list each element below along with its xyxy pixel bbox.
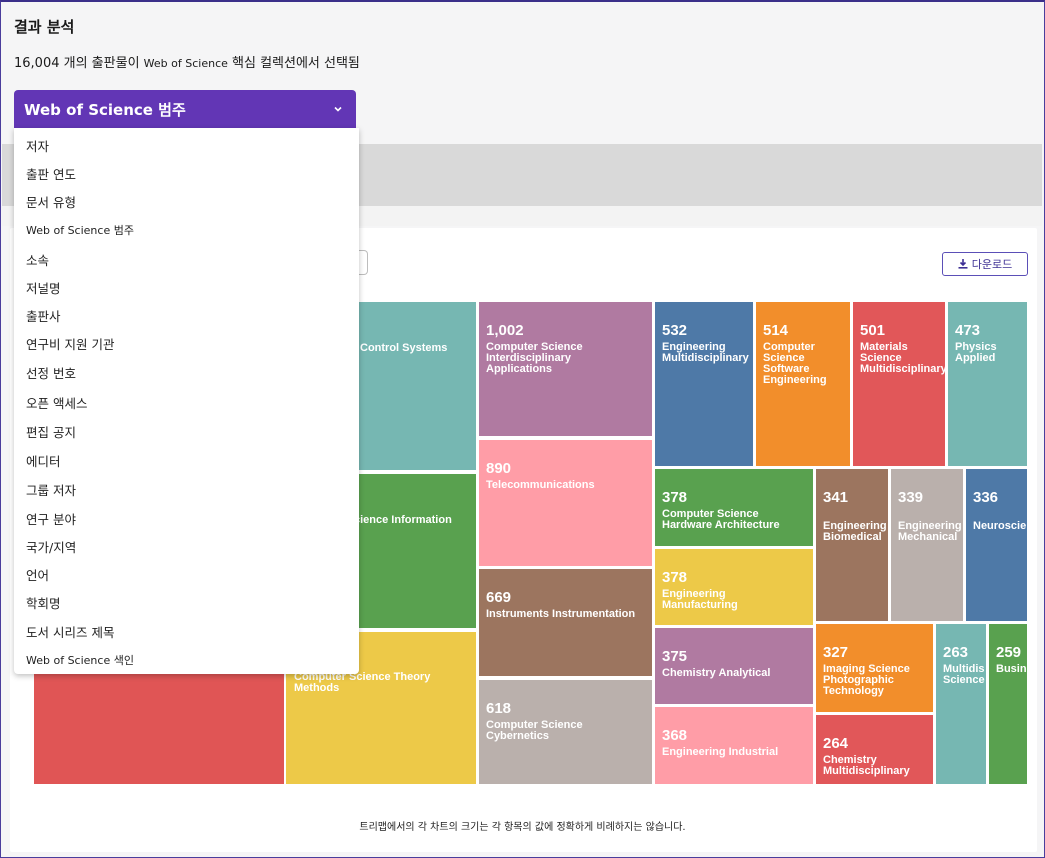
treemap-cell-value: 378: [662, 569, 688, 586]
treemap-cell-value: 378: [662, 489, 688, 506]
dropdown-selected-value: Web of Science 범주: [24, 100, 186, 119]
treemap-cell-value: 336: [973, 489, 999, 506]
dropdown-option-language[interactable]: 언어: [26, 565, 49, 584]
dropdown-option-group-author[interactable]: 그룹 저자: [26, 480, 76, 499]
treemap-cell-physics-applied[interactable]: 473 Physics Applied: [948, 302, 1027, 466]
treemap-cell-label: Engineering Biomedical: [823, 520, 887, 543]
treemap-cell-label: Engineering Industrial: [662, 746, 779, 758]
treemap-cell-label: Computer Science Interdisciplinary Appli…: [486, 341, 583, 375]
treemap-cell-cs-software[interactable]: 514 Computer Science Software Engineerin…: [756, 302, 850, 466]
download-label: 다운로드: [971, 258, 1013, 271]
download-button[interactable]: 다운로드: [942, 252, 1028, 276]
treemap-cell-value: 263: [943, 644, 969, 661]
treemap-cell-label: Imaging Science Photographic Technology: [823, 663, 910, 697]
treemap-cell-value: 473: [955, 322, 981, 339]
treemap-cell-label: Computer Science Cybernetics: [486, 719, 583, 742]
dropdown-option-author[interactable]: 저자: [26, 136, 49, 155]
treemap-cell-telecommunications[interactable]: 890 Telecommunications: [479, 440, 652, 566]
dropdown-option-wos-index[interactable]: Web of Science 색인: [26, 652, 134, 668]
dropdown-menu: 저자 출판 연도 문서 유형 Web of Science 범주 소속 저널명 …: [14, 128, 359, 674]
treemap-cell-label: Control Systems: [360, 342, 448, 354]
dropdown-option-grant-number[interactable]: 선정 번호: [26, 363, 76, 382]
dropdown-option-publisher[interactable]: 출판사: [26, 306, 61, 325]
treemap-cell-label: Chemistry Multidisciplinary: [823, 754, 910, 777]
treemap-cell-value: 375: [662, 648, 688, 665]
treemap-cell-value: 890: [486, 460, 512, 477]
category-dropdown[interactable]: Web of Science 범주: [14, 90, 356, 128]
treemap-cell-value: 501: [860, 322, 886, 339]
dropdown-option-research-area[interactable]: 연구 분야: [26, 509, 76, 528]
treemap-cell-label: Physics Applied: [955, 341, 997, 364]
treemap-cell-imaging-science[interactable]: 327 Imaging Science Photographic Technol…: [816, 624, 933, 712]
treemap-cell-label: Neuroscie: [973, 520, 1027, 532]
dropdown-option-document-type[interactable]: 문서 유형: [26, 192, 76, 211]
treemap-cell-value: 341: [823, 489, 849, 506]
treemap-cell-label: Computer Science Software Engineering: [763, 341, 827, 386]
dropdown-option-publication-year[interactable]: 출판 연도: [26, 164, 76, 183]
treemap-cell-label: Telecommunications: [486, 479, 595, 491]
results-summary-text-2: 핵심 컬렉션에서 선택됨: [227, 56, 360, 71]
chevron-down-icon: [334, 106, 342, 112]
treemap-cell-eng-industrial[interactable]: 368 Engineering Industrial: [655, 707, 813, 784]
treemap-cell-label: cience Information: [354, 514, 452, 526]
dropdown-option-book-series[interactable]: 도서 시리즈 제목: [26, 622, 114, 641]
dropdown-option-wos-category[interactable]: Web of Science 범주: [26, 222, 134, 238]
treemap-cell-value: 368: [662, 727, 688, 744]
results-summary-wos: Web of Science: [143, 57, 228, 70]
treemap-cell-label: Instruments Instrumentation: [486, 608, 636, 620]
treemap-cell-cs-interdisciplinary[interactable]: 1,002 Computer Science Interdisciplinary…: [479, 302, 652, 436]
treemap-cell-value: 339: [898, 489, 924, 506]
treemap-cell-label: Engineering Manufacturing: [662, 588, 738, 611]
treemap-cell-business[interactable]: 259 Busin: [989, 624, 1027, 784]
treemap-cell-eng-mechanical[interactable]: 339 Engineering Mechanical: [891, 469, 963, 621]
dropdown-option-conference[interactable]: 학회명: [26, 593, 61, 612]
treemap-cell-value: 327: [823, 644, 849, 661]
treemap-cell-label: Busin: [996, 663, 1027, 675]
treemap-cell-label: Engineering Multidisciplinary: [662, 341, 749, 364]
treemap-cell-value: 532: [662, 322, 688, 339]
treemap-footnote: 트리맵에서의 각 차트의 크기는 각 항목의 값에 정확하게 비례하지는 않습니…: [359, 822, 686, 833]
dropdown-option-country[interactable]: 국가/지역: [26, 537, 76, 556]
treemap-cell-label: Computer Science Theory Methods: [294, 671, 431, 694]
dropdown-option-open-access[interactable]: 오픈 액세스: [26, 393, 87, 412]
results-summary: 16,004 개의 출판물이 Web of Science 핵심 컬렉션에서 선…: [14, 52, 360, 71]
dropdown-option-editor[interactable]: 에디터: [26, 451, 61, 470]
treemap-cell-label: Computer Science Hardware Architecture: [662, 508, 780, 531]
treemap-cell-label: Materials Science Multidisciplinary: [860, 341, 945, 375]
treemap-cell-value: 618: [486, 700, 512, 717]
treemap-cell-value: 669: [486, 589, 512, 606]
dropdown-option-journal[interactable]: 저널명: [26, 278, 61, 297]
dropdown-option-funding-agency[interactable]: 연구비 지원 기관: [26, 334, 114, 353]
dropdown-option-affiliation[interactable]: 소속: [26, 250, 49, 269]
treemap-cell-label: Chemistry Analytical: [662, 667, 771, 679]
treemap-cell-value: 259: [996, 644, 1022, 661]
treemap-cell-materials-science[interactable]: 501 Materials Science Multidisciplinary: [853, 302, 945, 466]
treemap-cell-cs-hardware[interactable]: 378 Computer Science Hardware Architectu…: [655, 469, 813, 546]
treemap-cell-multidisciplinary-sciences[interactable]: 263 Multidis Science: [936, 624, 986, 784]
treemap-cell-value: 1,002: [486, 322, 524, 339]
treemap-cell-value: 514: [763, 322, 789, 339]
download-icon: [958, 259, 968, 269]
treemap-cell-cs-cybernetics[interactable]: 618 Computer Science Cybernetics: [479, 680, 652, 784]
dropdown-option-editorial-notice[interactable]: 편집 공지: [26, 422, 76, 441]
treemap-cell-chemistry-analytical[interactable]: 375 Chemistry Analytical: [655, 628, 813, 704]
treemap-cell-label: Multidis Science: [943, 663, 985, 686]
treemap-cell-label: Engineering Mechanical: [898, 520, 962, 543]
treemap-cell-value: 264: [823, 735, 849, 752]
treemap-cell-eng-biomedical[interactable]: 341 Engineering Biomedical: [816, 469, 888, 621]
treemap-cell-eng-manufacturing[interactable]: 378 Engineering Manufacturing: [655, 549, 813, 625]
page-title: 결과 분석: [14, 18, 75, 36]
treemap-cell-chemistry-multidisciplinary[interactable]: 264 Chemistry Multidisciplinary: [816, 715, 933, 784]
treemap-cell-neurosciences[interactable]: 336 Neuroscie: [966, 469, 1027, 621]
treemap-cell-eng-multidisciplinary[interactable]: 532 Engineering Multidisciplinary: [655, 302, 753, 466]
results-summary-text-1: 개의 출판물이: [59, 56, 144, 71]
treemap-cell-instruments[interactable]: 669 Instruments Instrumentation: [479, 569, 652, 676]
results-count: 16,004: [14, 56, 60, 71]
